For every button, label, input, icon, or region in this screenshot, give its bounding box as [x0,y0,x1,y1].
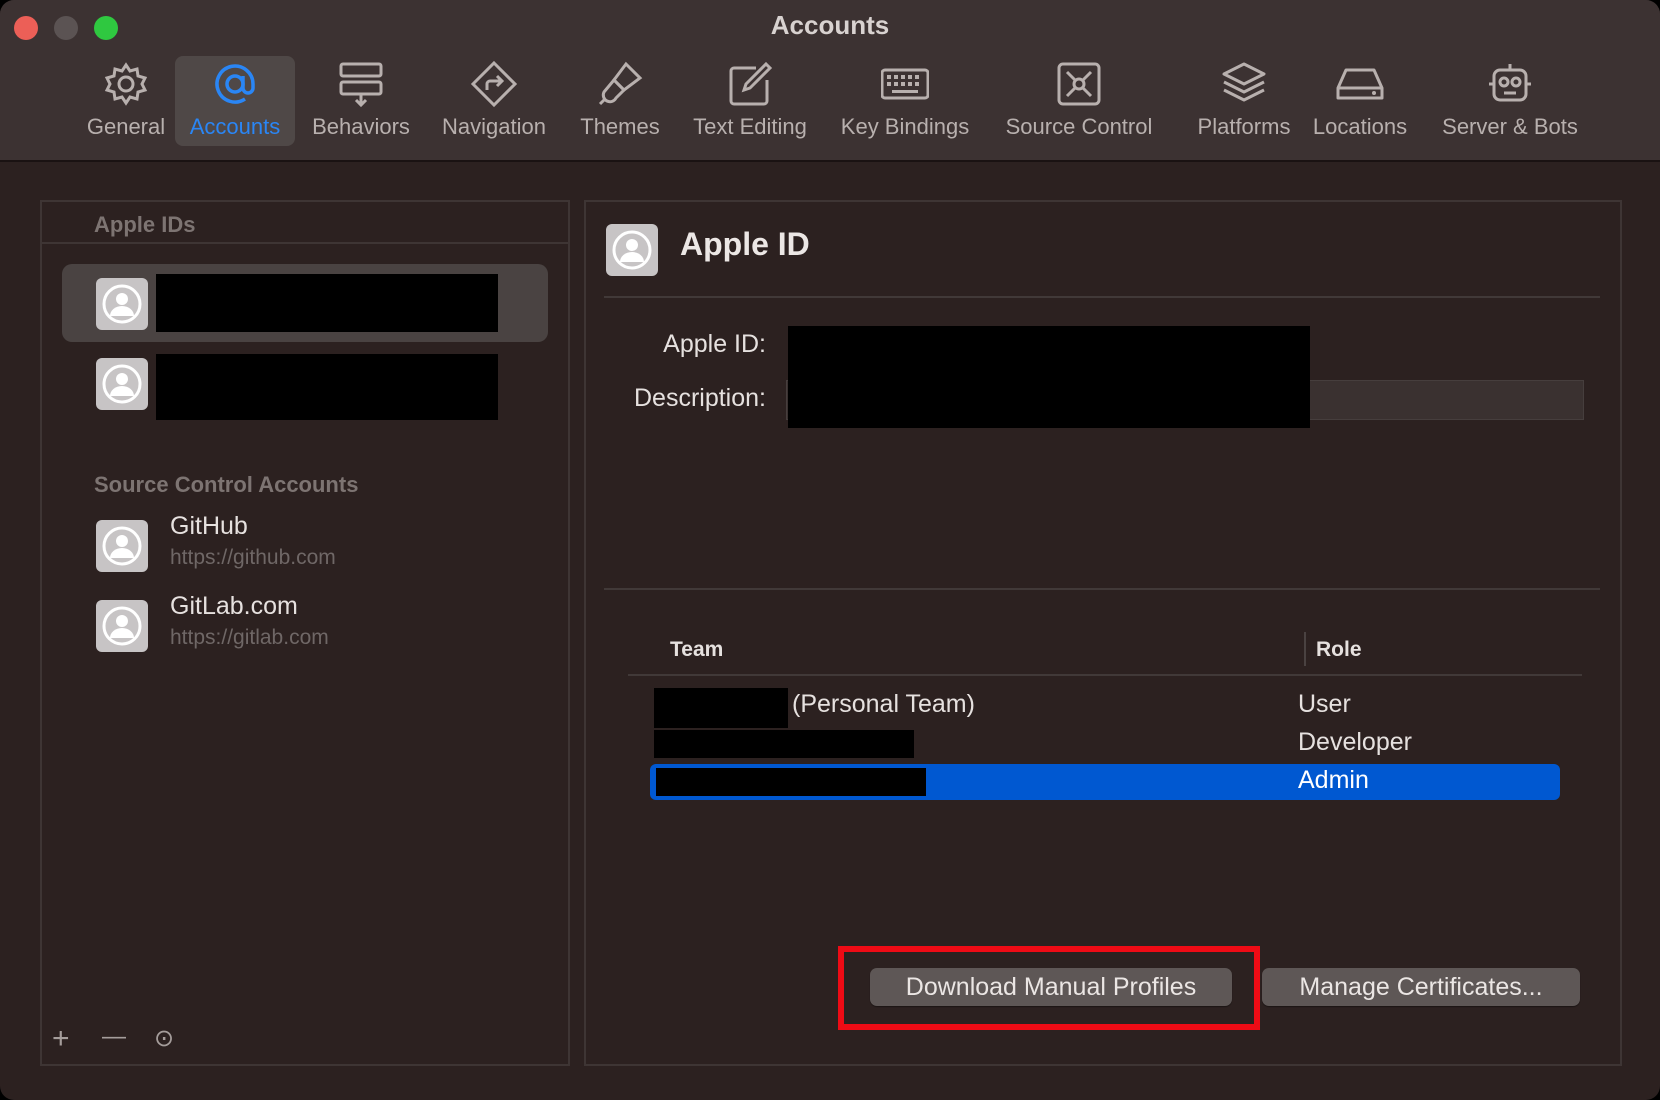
disk-drive-icon [1336,68,1384,100]
tab-label: General [86,114,166,139]
keyboard-icon [881,68,929,100]
avatar [96,520,148,572]
person-icon [102,526,142,566]
person-icon [612,230,652,270]
apple-id-label: Apple ID: [663,330,766,358]
source-control-section-title: Source Control Accounts [94,472,359,497]
navigation-arrow-icon [470,60,518,108]
add-account-button[interactable]: + [52,1024,70,1054]
team-column-header[interactable]: Team [670,638,723,662]
redacted-apple-id [788,326,1310,428]
tab-general[interactable]: General [70,56,182,146]
table-row-selected[interactable]: Admin [650,764,1560,800]
window-title: Accounts [770,10,890,40]
detail-title: Apple ID [680,226,810,262]
description-label: Description: [634,384,766,412]
account-name: GitLab.com [170,592,298,620]
tab-source-control[interactable]: Source Control [998,56,1160,146]
divider [604,588,1600,590]
role-cell: Developer [1298,728,1412,756]
person-icon [102,284,142,324]
apple-ids-section-title: Apple IDs [94,212,196,237]
tab-key-bindings[interactable]: Key Bindings [834,56,976,146]
redacted-account-name [156,354,498,420]
tab-label: Platforms [1197,114,1291,139]
apple-id-avatar [606,224,658,276]
tab-server-bots[interactable]: Server & Bots [1436,56,1584,146]
table-header-divider [628,674,1582,676]
tab-label: Source Control [1005,114,1153,139]
robot-icon [1489,64,1531,102]
divider [604,296,1600,298]
tab-label: Locations [1312,114,1408,139]
tab-label: Themes [580,114,660,139]
avatar [96,358,148,410]
source-control-account-github[interactable]: GitHub https://github.com [62,510,548,588]
accounts-window: Accounts General Accounts Behaviors Navi… [0,0,1660,1100]
remove-account-button[interactable]: — [102,1022,126,1052]
apple-id-account-row[interactable] [62,342,548,420]
tab-label: Navigation [442,114,546,139]
manage-certificates-button[interactable]: Manage Certificates... [1262,968,1580,1006]
accounts-sidebar: Apple IDs Source Control Accounts GitHub… [40,200,570,1066]
tab-label: Key Bindings [840,114,970,139]
paintbrush-icon [598,61,643,106]
role-column-header[interactable]: Role [1316,638,1362,662]
redacted-team-name [656,768,926,796]
pencil-square-icon [729,61,773,106]
tab-navigation[interactable]: Navigation [432,56,556,146]
tab-themes[interactable]: Themes [570,56,670,146]
role-cell: Admin [1298,766,1369,794]
source-control-icon [1057,62,1101,106]
redacted-team-name [654,688,788,728]
team-name-suffix: (Personal Team) [792,690,975,718]
tab-label: Accounts [189,114,281,139]
tab-label: Server & Bots [1442,114,1578,139]
toolbar: Accounts General Accounts Behaviors Navi… [0,0,1660,162]
tab-text-editing[interactable]: Text Editing [685,56,815,146]
more-options-button[interactable]: ⊙ [154,1024,174,1054]
avatar [96,278,148,330]
tab-label: Text Editing [693,114,807,139]
person-icon [102,364,142,404]
person-icon [102,606,142,646]
download-manual-profiles-button[interactable]: Download Manual Profiles [870,968,1232,1006]
table-row[interactable]: (Personal Team) User [650,688,1560,728]
section-divider [42,242,568,244]
redacted-account-name [156,274,498,332]
tab-accounts[interactable]: Accounts [175,56,295,146]
source-control-account-gitlab[interactable]: GitLab.com https://gitlab.com [62,590,548,668]
account-url: https://gitlab.com [170,626,329,649]
apple-id-account-row[interactable] [62,264,548,342]
account-detail-panel: Apple ID Apple ID: Description: Team Rol… [584,200,1622,1066]
behaviors-icon [339,62,383,108]
account-url: https://github.com [170,546,336,569]
gear-icon [104,62,148,106]
tab-label: Behaviors [312,114,410,139]
column-separator [1304,632,1306,666]
at-sign-icon [215,64,255,104]
tab-locations[interactable]: Locations [1306,56,1414,146]
redacted-team-name [654,730,914,758]
role-cell: User [1298,690,1351,718]
layers-icon [1222,62,1266,102]
tab-platforms[interactable]: Platforms [1180,56,1308,146]
tab-behaviors[interactable]: Behaviors [305,56,417,146]
avatar [96,600,148,652]
table-row[interactable]: Developer [650,726,1560,762]
account-name: GitHub [170,512,248,540]
